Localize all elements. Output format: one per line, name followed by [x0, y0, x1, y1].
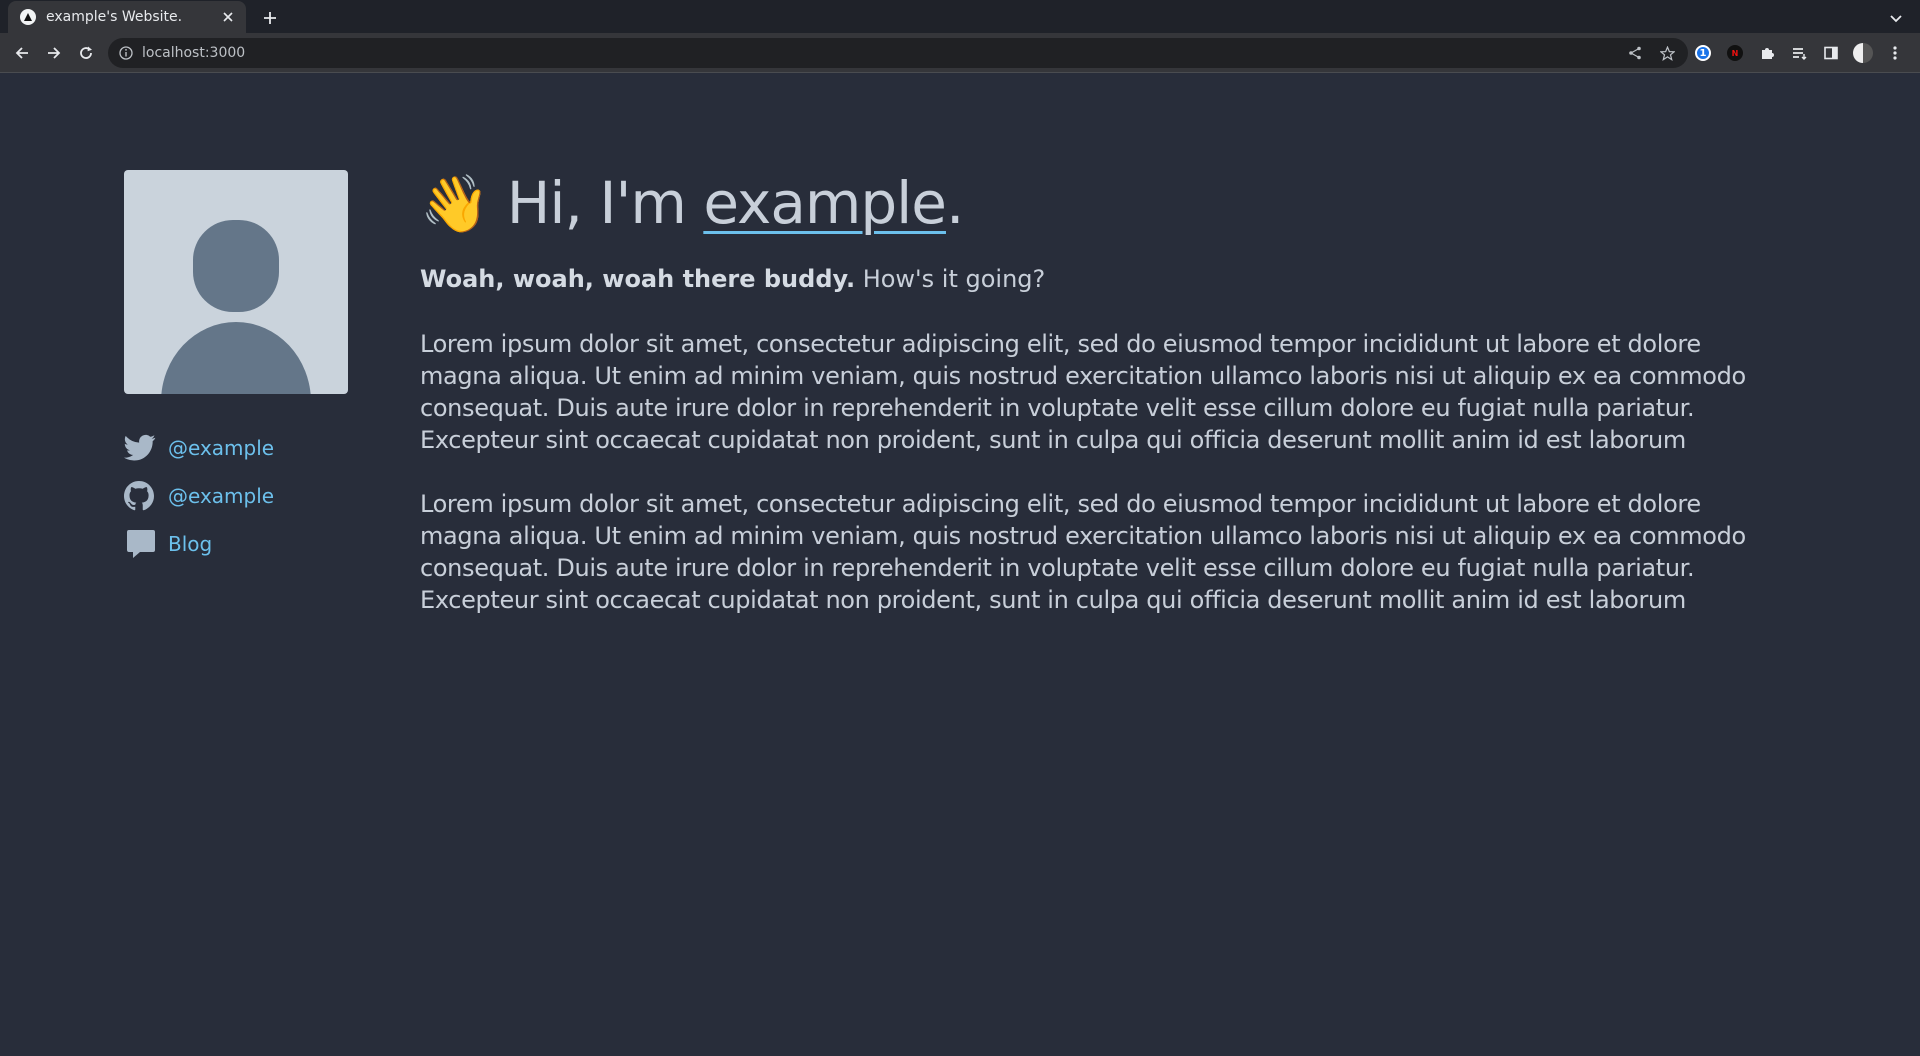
intro-bold: Woah, woah, woah there buddy. [420, 265, 856, 293]
share-icon[interactable] [1626, 44, 1644, 62]
bookmark-star-icon[interactable] [1658, 44, 1676, 62]
profile-picture-placeholder-icon [124, 170, 348, 394]
password-manager-extension-icon[interactable]: 1 [1692, 42, 1714, 64]
site-info-icon[interactable] [118, 45, 134, 61]
social-item-blog: Blog [124, 520, 348, 568]
twitter-link[interactable]: @example [168, 436, 274, 460]
social-links: @example @example Blog [124, 424, 348, 568]
github-link[interactable]: @example [168, 484, 274, 508]
tab-search-chevron-icon[interactable] [1884, 6, 1908, 30]
side-panel-icon[interactable] [1820, 42, 1842, 64]
waving-hand-icon: 👋 [420, 172, 490, 237]
reading-list-icon[interactable] [1788, 42, 1810, 64]
github-icon[interactable] [124, 479, 158, 513]
twitter-icon[interactable] [124, 431, 158, 465]
page-content: @example @example Blog 👋 Hi, I'm example.… [0, 74, 1920, 1056]
back-arrow-icon[interactable] [8, 39, 36, 67]
main-content: 👋 Hi, I'm example. Woah, woah, woah there… [420, 164, 1750, 616]
address-bar[interactable]: localhost:3000 [108, 38, 1688, 68]
social-item-twitter: @example [124, 424, 348, 472]
social-item-github: @example [124, 472, 348, 520]
tab-title: example's Website. [46, 9, 183, 25]
page-title: 👋 Hi, I'm example. [420, 164, 1750, 244]
blog-link[interactable]: Blog [168, 532, 212, 556]
vercel-favicon-icon [20, 9, 36, 25]
tab-bar: example's Website. [0, 0, 1920, 33]
profile-avatar-icon[interactable] [1852, 42, 1874, 64]
nd-extension-icon[interactable]: N [1724, 42, 1746, 64]
reload-icon[interactable] [72, 39, 100, 67]
greeting-suffix: . [945, 169, 964, 237]
browser-toolbar: localhost:3000 1 N [0, 33, 1920, 73]
name-link[interactable]: example [703, 169, 947, 237]
paragraph-2: Lorem ipsum dolor sit amet, consectetur … [420, 490, 1746, 614]
extensions-puzzle-icon[interactable] [1756, 42, 1778, 64]
sidebar: @example @example Blog [124, 170, 348, 568]
greeting-prefix: Hi, I'm [506, 169, 704, 237]
intro-rest: How's it going? [855, 265, 1046, 293]
browser-menu-icon[interactable] [1884, 42, 1906, 64]
intro-text: Woah, woah, woah there buddy. How's it g… [420, 262, 1750, 296]
blog-icon[interactable] [124, 527, 158, 561]
browser-tab[interactable]: example's Website. [8, 1, 246, 33]
close-tab-icon[interactable] [220, 9, 236, 25]
url-text[interactable]: localhost:3000 [142, 45, 1626, 61]
paragraph-1: Lorem ipsum dolor sit amet, consectetur … [420, 330, 1746, 454]
new-tab-icon[interactable] [258, 6, 282, 30]
forward-arrow-icon[interactable] [40, 39, 68, 67]
